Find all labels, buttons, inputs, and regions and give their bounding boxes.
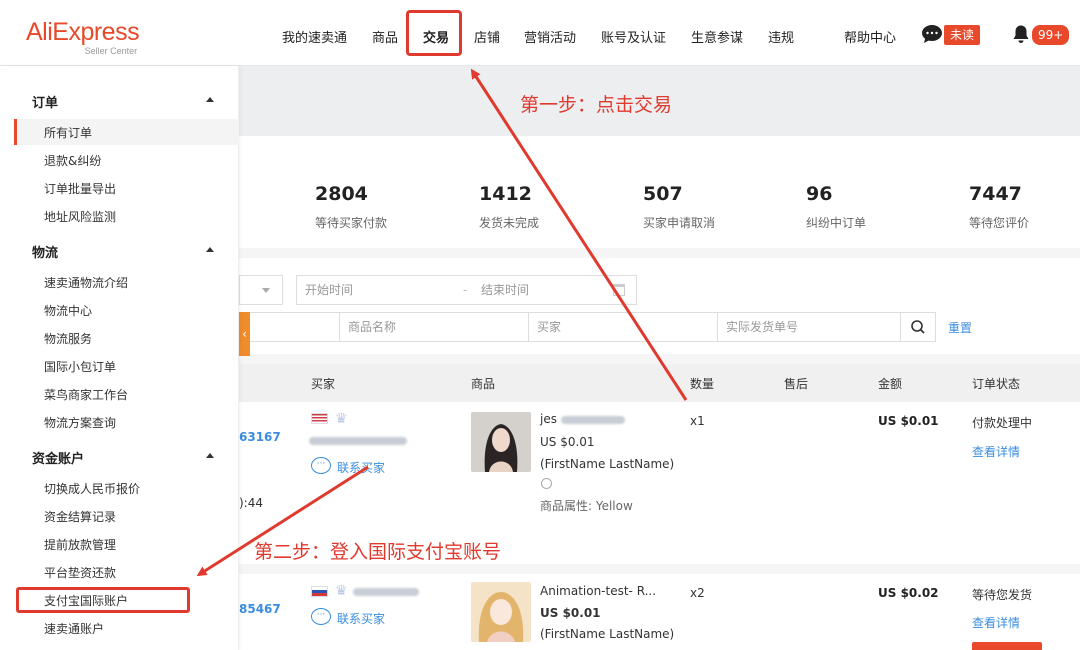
annotation-step2: 第二步：登入国际支付宝账号 — [254, 541, 502, 563]
page: AliExpress Seller Center 我的速卖通 商品 交易 店铺 … — [0, 0, 1080, 650]
arrow-step1 — [470, 68, 688, 401]
annotation-step1: 第一步：点击交易 — [520, 94, 673, 116]
